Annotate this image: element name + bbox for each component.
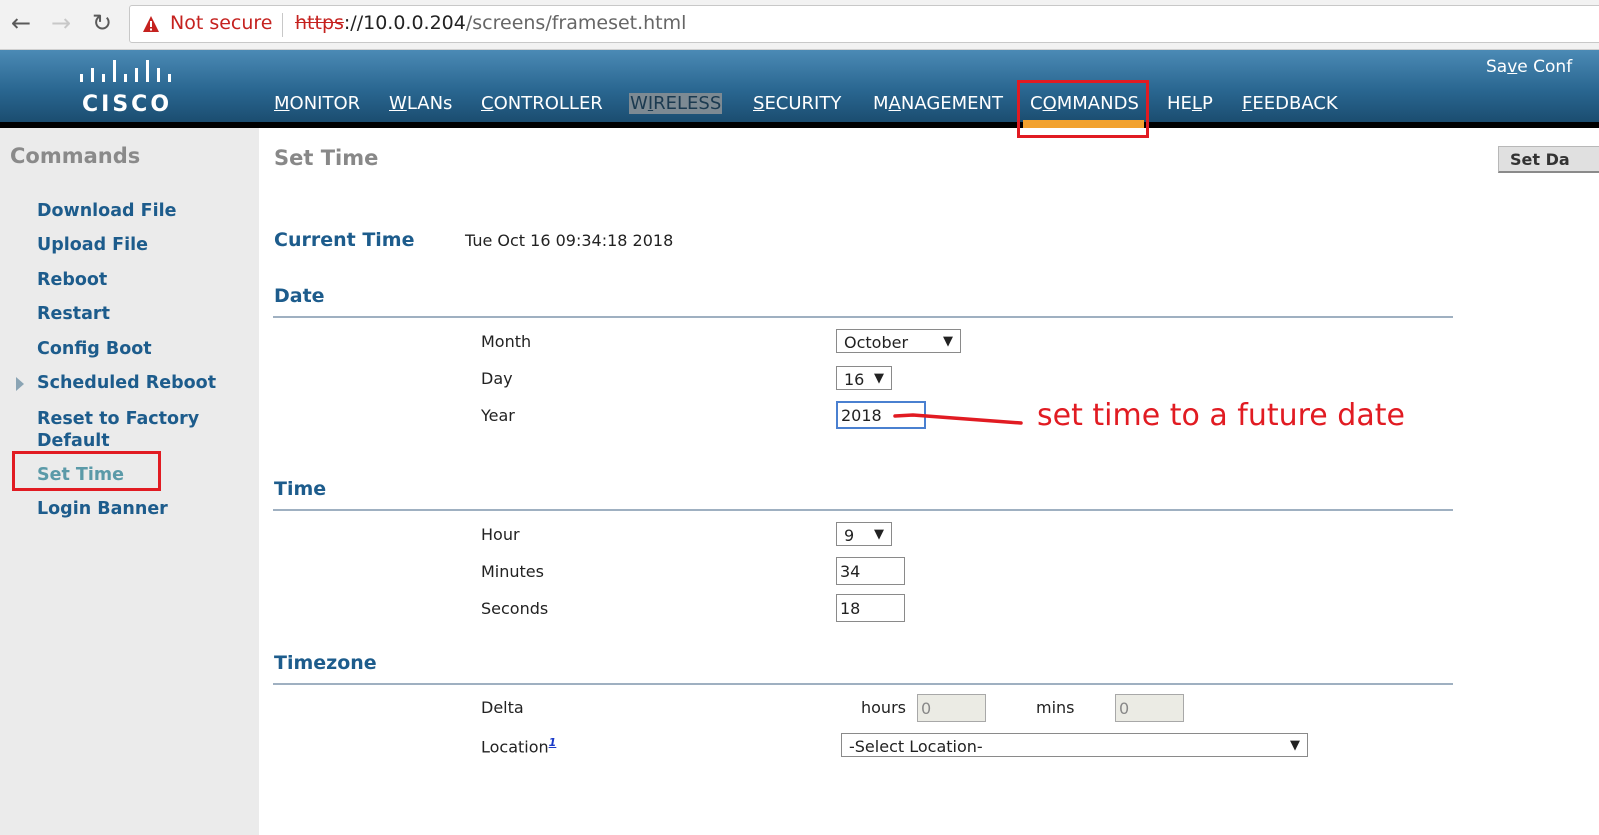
set-date-button[interactable]: Set Da <box>1498 146 1599 173</box>
save-configuration-link[interactable]: Save Conf <box>1486 57 1572 77</box>
location-label: Location1 <box>481 736 556 756</box>
seconds-label: Seconds <box>481 599 549 618</box>
address-bar[interactable]: Not secure https://10.0.0.204/screens/fr… <box>129 5 1599 43</box>
menu-accesskey: S <box>753 93 765 114</box>
sidebar-item-scheduled-reboot[interactable]: Scheduled Reboot <box>37 372 216 394</box>
caret-down-icon: ▼ <box>1290 738 1300 753</box>
menu-label: EEDBACK <box>1252 93 1338 114</box>
sidebar-item-download-file[interactable]: Download File <box>37 200 176 222</box>
menu-label: ECURITY <box>764 93 842 114</box>
sidebar-item-reboot[interactable]: Reboot <box>37 269 107 291</box>
sidebar-item-config-boot[interactable]: Config Boot <box>37 338 152 360</box>
menu-label: ONITOR <box>289 93 361 114</box>
menu-accesskey: F <box>1242 93 1253 114</box>
location-label-text: Location <box>481 737 549 757</box>
sidebar-title: Commands <box>10 144 141 168</box>
menu-wireless[interactable]: WIRELESS <box>629 93 723 114</box>
save-config-text-1: Sa <box>1486 57 1508 77</box>
commands-highlight-box <box>1017 80 1149 138</box>
sidebar-item-restart[interactable]: Restart <box>37 303 110 325</box>
menu-accesskey: C <box>481 93 494 114</box>
delta-mins-label: mins <box>1036 698 1075 717</box>
cisco-bridge-icon <box>80 60 171 82</box>
save-config-text-2: e Conf <box>1517 57 1573 77</box>
location-select-value: -Select Location- <box>849 737 983 756</box>
annotation-text: set time to a future date <box>1037 398 1405 433</box>
menu-label: RELESS <box>653 93 722 114</box>
menu-controller[interactable]: CONTROLLER <box>481 93 603 114</box>
sidebar-item-login-banner[interactable]: Login Banner <box>37 498 168 520</box>
day-label: Day <box>481 369 513 388</box>
menu-accesskey: M <box>274 93 290 114</box>
cisco-logo: CISCO <box>74 60 184 120</box>
annotation-arrow <box>893 413 1023 425</box>
url-path: /screens/frameset.html <box>465 12 687 34</box>
browser-toolbar: ← → ↻ Not secure https://10.0.0.204/scre… <box>0 0 1599 50</box>
menu-accesskey: W <box>389 93 407 114</box>
timezone-section-rule <box>273 683 1453 685</box>
menu-label: M <box>873 93 889 114</box>
menu-label: W <box>630 93 648 114</box>
sidebar-item-reset-to-factory-default[interactable]: Reset to Factory Default <box>37 408 237 452</box>
seconds-input[interactable]: 18 <box>836 594 905 622</box>
caret-down-icon: ▼ <box>874 527 884 542</box>
location-footnote-link[interactable]: 1 <box>549 736 557 749</box>
url-host: ://10.0.0.204 <box>343 12 466 34</box>
day-select-value: 16 <box>844 370 865 389</box>
warning-triangle-icon <box>143 16 159 32</box>
menu-management[interactable]: MANAGEMENT <box>873 93 1003 114</box>
url-text[interactable]: https://10.0.0.204/screens/frameset.html <box>295 12 686 34</box>
current-time-label: Current Time <box>274 229 415 251</box>
month-label: Month <box>481 332 532 351</box>
menu-help[interactable]: HELP <box>1167 93 1213 114</box>
menu-label: P <box>1201 93 1213 114</box>
delta-mins-input[interactable]: 0 <box>1115 694 1184 722</box>
menu-label: HE <box>1167 93 1192 114</box>
hour-label: Hour <box>481 525 520 544</box>
month-select-value: October <box>844 333 909 352</box>
minutes-label: Minutes <box>481 562 544 581</box>
menu-wlans[interactable]: WLANs <box>389 93 452 114</box>
menu-accesskey: L <box>1191 93 1202 114</box>
save-config-accesskey: v <box>1507 57 1518 77</box>
address-divider <box>282 13 283 37</box>
month-select[interactable]: October ▼ <box>836 329 961 353</box>
logo-text: CISCO <box>82 92 173 117</box>
sidebar-item-upload-file[interactable]: Upload File <box>37 234 148 256</box>
date-section-title: Date <box>274 285 325 307</box>
time-section-title: Time <box>274 478 327 500</box>
hour-select[interactable]: 9 ▼ <box>836 522 892 546</box>
url-scheme: https <box>295 12 344 34</box>
reload-icon[interactable]: ↻ <box>87 8 117 38</box>
time-section-rule <box>273 509 1453 511</box>
menu-accesskey: A <box>888 93 901 114</box>
location-select[interactable]: -Select Location- ▼ <box>841 733 1308 757</box>
delta-hours-label: hours <box>861 698 906 717</box>
set-time-highlight-box <box>12 451 161 491</box>
day-select[interactable]: 16 ▼ <box>836 366 892 390</box>
date-section-rule <box>273 316 1453 318</box>
delta-hours-input[interactable]: 0 <box>917 694 986 722</box>
arrow-left-icon[interactable]: ← <box>6 8 36 38</box>
page-title: Set Time <box>274 146 379 170</box>
expand-arrow-icon[interactable] <box>16 377 24 391</box>
arrow-right-icon[interactable]: → <box>46 8 76 38</box>
menu-monitor[interactable]: MONITOR <box>274 93 360 114</box>
menu-label: LANs <box>406 93 453 114</box>
menu-label: NAGEMENT <box>900 93 1004 114</box>
minutes-input[interactable]: 34 <box>836 557 905 585</box>
year-label: Year <box>481 406 515 425</box>
timezone-section-title: Timezone <box>274 652 377 674</box>
current-time-value: Tue Oct 16 09:34:18 2018 <box>465 231 674 250</box>
caret-down-icon: ▼ <box>874 371 884 386</box>
not-secure-label[interactable]: Not secure <box>170 12 273 34</box>
menu-feedback[interactable]: FEEDBACK <box>1242 93 1338 114</box>
delta-label: Delta <box>481 698 524 717</box>
hour-select-value: 9 <box>844 526 855 545</box>
menu-security[interactable]: SECURITY <box>753 93 841 114</box>
caret-down-icon: ▼ <box>943 334 953 349</box>
menu-label: ONTROLLER <box>493 93 603 114</box>
